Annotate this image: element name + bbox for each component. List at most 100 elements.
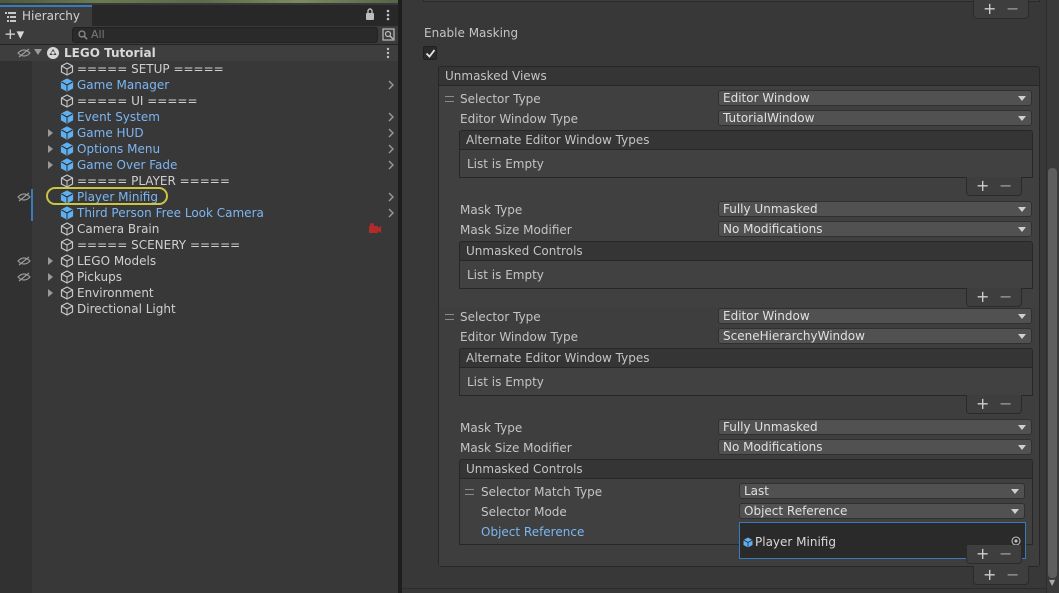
hierarchy-search-input[interactable]: All <box>72 27 378 43</box>
hierarchy-item[interactable]: Event System <box>0 109 398 125</box>
hierarchy-item[interactable]: Third Person Free Look Camera <box>0 205 398 221</box>
foldout-arrow-icon[interactable] <box>48 273 53 281</box>
foldout-arrow-icon[interactable] <box>48 289 53 297</box>
add-element-button[interactable]: + <box>983 0 996 18</box>
foldout-arrow-icon[interactable] <box>48 257 53 265</box>
hierarchy-item[interactable]: Game HUD <box>0 125 398 141</box>
hierarchy-item[interactable]: Environment <box>0 285 398 301</box>
remove-element-button[interactable]: − <box>999 287 1012 306</box>
mask-type-label: Mask Type <box>460 421 523 435</box>
gameobject-cube-icon <box>60 270 74 284</box>
remove-element-button[interactable]: − <box>999 176 1012 195</box>
editor-window-type-value: TutorialWindow <box>723 111 815 125</box>
selector-type-dropdown[interactable]: Editor Window <box>718 90 1032 106</box>
chevron-right-icon[interactable] <box>387 160 395 170</box>
alternate-editor-window-types-header: Alternate Editor Window Types <box>459 348 1033 368</box>
chevron-right-icon[interactable] <box>387 192 395 202</box>
list-add-remove: + − <box>973 0 1029 19</box>
hierarchy-item-label: Options Menu <box>77 142 161 156</box>
hierarchy-item[interactable]: ===== UI ===== <box>0 93 398 109</box>
hierarchy-item-label: ===== SETUP ===== <box>77 62 224 76</box>
gameobject-cube-icon <box>60 302 74 316</box>
scrollbar-thumb[interactable] <box>1048 168 1057 578</box>
list-add-remove: + − <box>966 544 1022 564</box>
hierarchy-item[interactable]: ===== SCENERY ===== <box>0 237 398 253</box>
mask-type-label: Mask Type <box>460 203 523 217</box>
kebab-menu-icon[interactable] <box>382 9 394 21</box>
hierarchy-item[interactable]: Directional Light <box>0 301 398 317</box>
selector-mode-dropdown[interactable]: Object Reference <box>739 503 1025 519</box>
hierarchy-item[interactable]: Game Over Fade <box>0 157 398 173</box>
add-element-button[interactable]: + <box>976 544 989 563</box>
foldout-arrow-icon[interactable] <box>48 145 53 153</box>
mask-size-modifier-value: No Modifications <box>723 222 823 236</box>
add-element-button[interactable]: + <box>983 565 996 584</box>
object-reference-label: Object Reference <box>481 525 585 539</box>
hierarchy-item[interactable]: ===== SETUP ===== <box>0 61 398 77</box>
prefab-cube-icon <box>60 142 74 156</box>
alternate-editor-window-types-list: List is Empty <box>459 368 1033 396</box>
chevron-right-icon[interactable] <box>387 208 395 218</box>
scene-menu-icon[interactable] <box>384 47 392 59</box>
editor-window-type-dropdown[interactable]: SceneHierarchyWindow <box>718 328 1032 344</box>
mask-type-dropdown[interactable]: Fully Unmasked <box>718 201 1032 217</box>
mask-size-modifier-label: Mask Size Modifier <box>460 441 572 455</box>
hierarchy-item[interactable]: Game Manager <box>0 77 398 93</box>
remove-element-button[interactable]: − <box>1006 565 1019 584</box>
hierarchy-item[interactable]: Pickups <box>0 269 398 285</box>
hierarchy-item[interactable]: LEGO Models <box>0 253 398 269</box>
hierarchy-item[interactable]: Options Menu <box>0 141 398 157</box>
scene-foldout-arrow[interactable] <box>34 49 42 55</box>
list-add-remove: + − <box>966 287 1022 307</box>
remove-element-button[interactable]: − <box>999 544 1012 563</box>
drag-handle-icon[interactable] <box>445 314 454 320</box>
chevron-right-icon[interactable] <box>387 128 395 138</box>
scene-row[interactable]: LEGO Tutorial <box>0 45 398 61</box>
gameobject-cube-icon <box>60 254 74 268</box>
add-element-button[interactable]: + <box>976 394 989 413</box>
tab-hierarchy[interactable]: Hierarchy <box>0 5 92 26</box>
drag-handle-icon[interactable] <box>465 489 474 495</box>
chevron-right-icon[interactable] <box>387 80 395 90</box>
chevron-right-icon[interactable] <box>387 112 395 122</box>
mask-size-modifier-dropdown[interactable]: No Modifications <box>718 439 1032 455</box>
list-add-remove: + − <box>966 176 1022 196</box>
list-empty-text: List is Empty <box>467 157 544 171</box>
gameobject-cube-icon <box>60 174 74 188</box>
hidden-eye-icon[interactable] <box>17 256 31 266</box>
prefab-cube-icon <box>60 206 74 220</box>
list-box-top <box>423 0 1040 2</box>
list-empty-text: List is Empty <box>467 268 544 282</box>
selector-match-type-value: Last <box>744 484 769 498</box>
hidden-eye-icon[interactable] <box>17 48 31 58</box>
selector-mode-label: Selector Mode <box>481 505 567 519</box>
scene-picking-icon[interactable] <box>382 28 395 41</box>
prefab-cube-icon <box>60 110 74 124</box>
hierarchy-item-label: ===== SCENERY ===== <box>77 238 241 252</box>
editor-window-type-dropdown[interactable]: TutorialWindow <box>718 110 1032 126</box>
mask-type-dropdown[interactable]: Fully Unmasked <box>718 419 1032 435</box>
scroll-down-arrow[interactable]: ▼ <box>1049 578 1055 587</box>
selector-type-dropdown[interactable]: Editor Window <box>718 308 1032 324</box>
hierarchy-item[interactable]: Camera Brain <box>0 221 398 237</box>
foldout-arrow-icon[interactable] <box>48 129 53 137</box>
hidden-eye-icon[interactable] <box>17 192 31 202</box>
lock-icon[interactable] <box>365 8 375 20</box>
hidden-eye-icon[interactable] <box>17 272 31 282</box>
list-icon <box>5 12 16 22</box>
drag-handle-icon[interactable] <box>445 96 454 102</box>
hierarchy-item-label: Game Over Fade <box>77 158 178 172</box>
create-dropdown-button[interactable]: +▾ <box>4 25 32 44</box>
mask-size-modifier-dropdown[interactable]: No Modifications <box>718 221 1032 237</box>
add-element-button[interactable]: + <box>976 176 989 195</box>
remove-element-button[interactable]: − <box>999 394 1012 413</box>
enable-masking-checkbox[interactable] <box>423 46 437 60</box>
chevron-right-icon[interactable] <box>387 144 395 154</box>
selection-marker <box>31 189 33 221</box>
selector-type-label: Selector Type <box>460 92 541 106</box>
add-element-button[interactable]: + <box>976 287 989 306</box>
foldout-arrow-icon[interactable] <box>48 161 53 169</box>
selector-match-type-dropdown[interactable]: Last <box>739 483 1025 499</box>
hierarchy-item[interactable]: Player Minifig <box>0 187 398 205</box>
remove-element-button[interactable]: − <box>1006 0 1019 18</box>
